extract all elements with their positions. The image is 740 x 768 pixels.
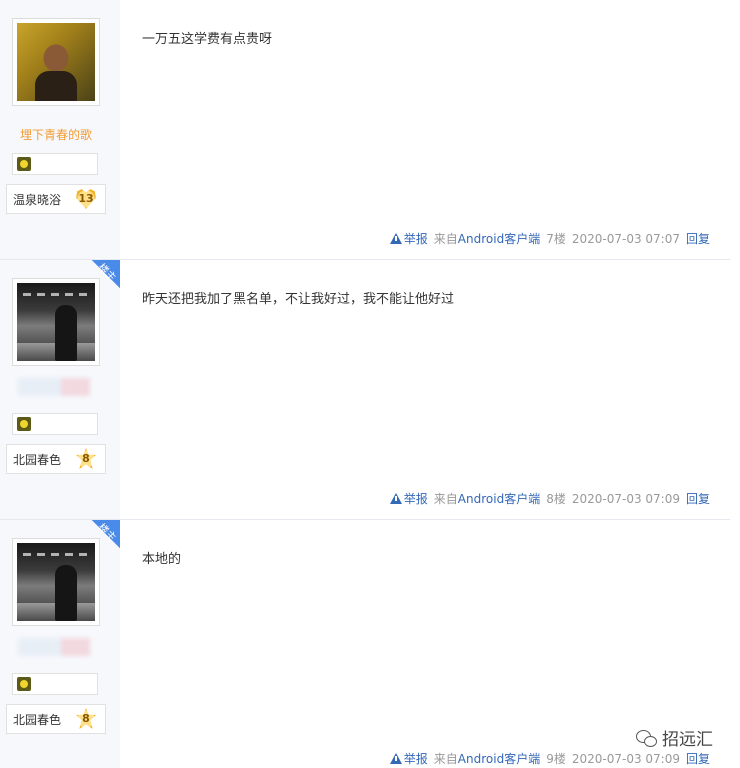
avatar[interactable]	[12, 18, 100, 106]
post-footer: 举报 来自Android客户端 9楼 2020-07-03 07:09 回复	[389, 750, 710, 766]
post-time: 2020-07-03 07:07	[571, 232, 680, 246]
author-sidebar: 楼主 北园春色 8	[0, 260, 120, 519]
avatar-image	[17, 283, 95, 361]
report-link[interactable]: 举报	[389, 752, 428, 766]
post-9: 楼主 北园春色 8 本地的 举报 来自Android客户端 9楼 2020-07-03…	[0, 520, 730, 768]
avatar[interactable]	[12, 538, 100, 626]
post-source: 来自Android客户端	[433, 752, 541, 766]
level-icon	[17, 157, 31, 171]
level-badge-icon: 8	[76, 708, 96, 729]
report-label: 举报	[403, 232, 428, 246]
avatar[interactable]	[12, 278, 100, 366]
post-content: 昨天还把我加了黑名单，不让我好过，我不能让他好过	[142, 292, 455, 307]
level-box	[12, 153, 98, 175]
group-name: 北园春色	[13, 713, 62, 727]
post-time: 2020-07-03 07:09	[571, 492, 680, 506]
level-box	[12, 673, 98, 695]
source-app-link[interactable]: Android客户端	[458, 492, 540, 506]
report-link[interactable]: 举报	[389, 232, 428, 246]
author-sidebar: 楼主 北园春色 8	[0, 520, 120, 768]
warning-triangle-icon	[389, 753, 402, 764]
username[interactable]: 埋下青春的歌	[0, 126, 112, 143]
group-badge: 北园春色 8	[6, 444, 106, 474]
username-blurred[interactable]	[18, 378, 90, 396]
group-badge: 北园春色 8	[6, 704, 106, 734]
post-footer: 举报 来自Android客户端 8楼 2020-07-03 07:09 回复	[389, 490, 710, 506]
post-source: 来自Android客户端	[433, 232, 541, 246]
report-link[interactable]: 举报	[389, 492, 428, 506]
reply-link[interactable]: 回复	[686, 492, 710, 506]
reply-link[interactable]: 回复	[686, 752, 710, 766]
group-name: 北园春色	[13, 453, 62, 467]
post-time: 2020-07-03 07:09	[571, 752, 680, 766]
post-footer: 举报 来自Android客户端 7楼 2020-07-03 07:07 回复	[389, 230, 710, 246]
group-badge: 温泉晓浴 13	[6, 184, 106, 214]
post-content: 本地的	[142, 552, 182, 567]
avatar-image	[17, 23, 95, 101]
level-badge-icon: 8	[76, 448, 96, 469]
group-name: 温泉晓浴	[13, 193, 62, 207]
username-blurred[interactable]	[18, 638, 90, 656]
report-label: 举报	[403, 752, 428, 766]
level-icon	[17, 677, 31, 691]
avatar-image	[17, 543, 95, 621]
source-app-link[interactable]: Android客户端	[458, 232, 540, 246]
post-8: 楼主 北园春色 8 昨天还把我加了黑名单，不让我好过，我不能让他好过 举报 来自A…	[0, 260, 730, 520]
post-7: 埋下青春的歌 温泉晓浴 13 一万五这学费有点贵呀 举报 来自Android客户端…	[0, 0, 730, 260]
level-icon	[17, 417, 31, 431]
floor-number: 9楼	[546, 752, 566, 766]
level-box	[12, 413, 98, 435]
post-source: 来自Android客户端	[433, 492, 541, 506]
post-content: 一万五这学费有点贵呀	[142, 32, 273, 47]
floor-number: 7楼	[546, 232, 566, 246]
floor-number: 8楼	[546, 492, 566, 506]
author-sidebar: 埋下青春的歌 温泉晓浴 13	[0, 0, 120, 259]
level-badge-icon: 13	[76, 189, 96, 209]
watermark-text: 招远汇	[662, 730, 713, 750]
wechat-icon	[636, 730, 658, 748]
warning-triangle-icon	[389, 233, 402, 244]
watermark: 招远汇	[636, 725, 713, 750]
source-app-link[interactable]: Android客户端	[458, 752, 540, 766]
warning-triangle-icon	[389, 493, 402, 504]
report-label: 举报	[403, 492, 428, 506]
reply-link[interactable]: 回复	[686, 232, 710, 246]
